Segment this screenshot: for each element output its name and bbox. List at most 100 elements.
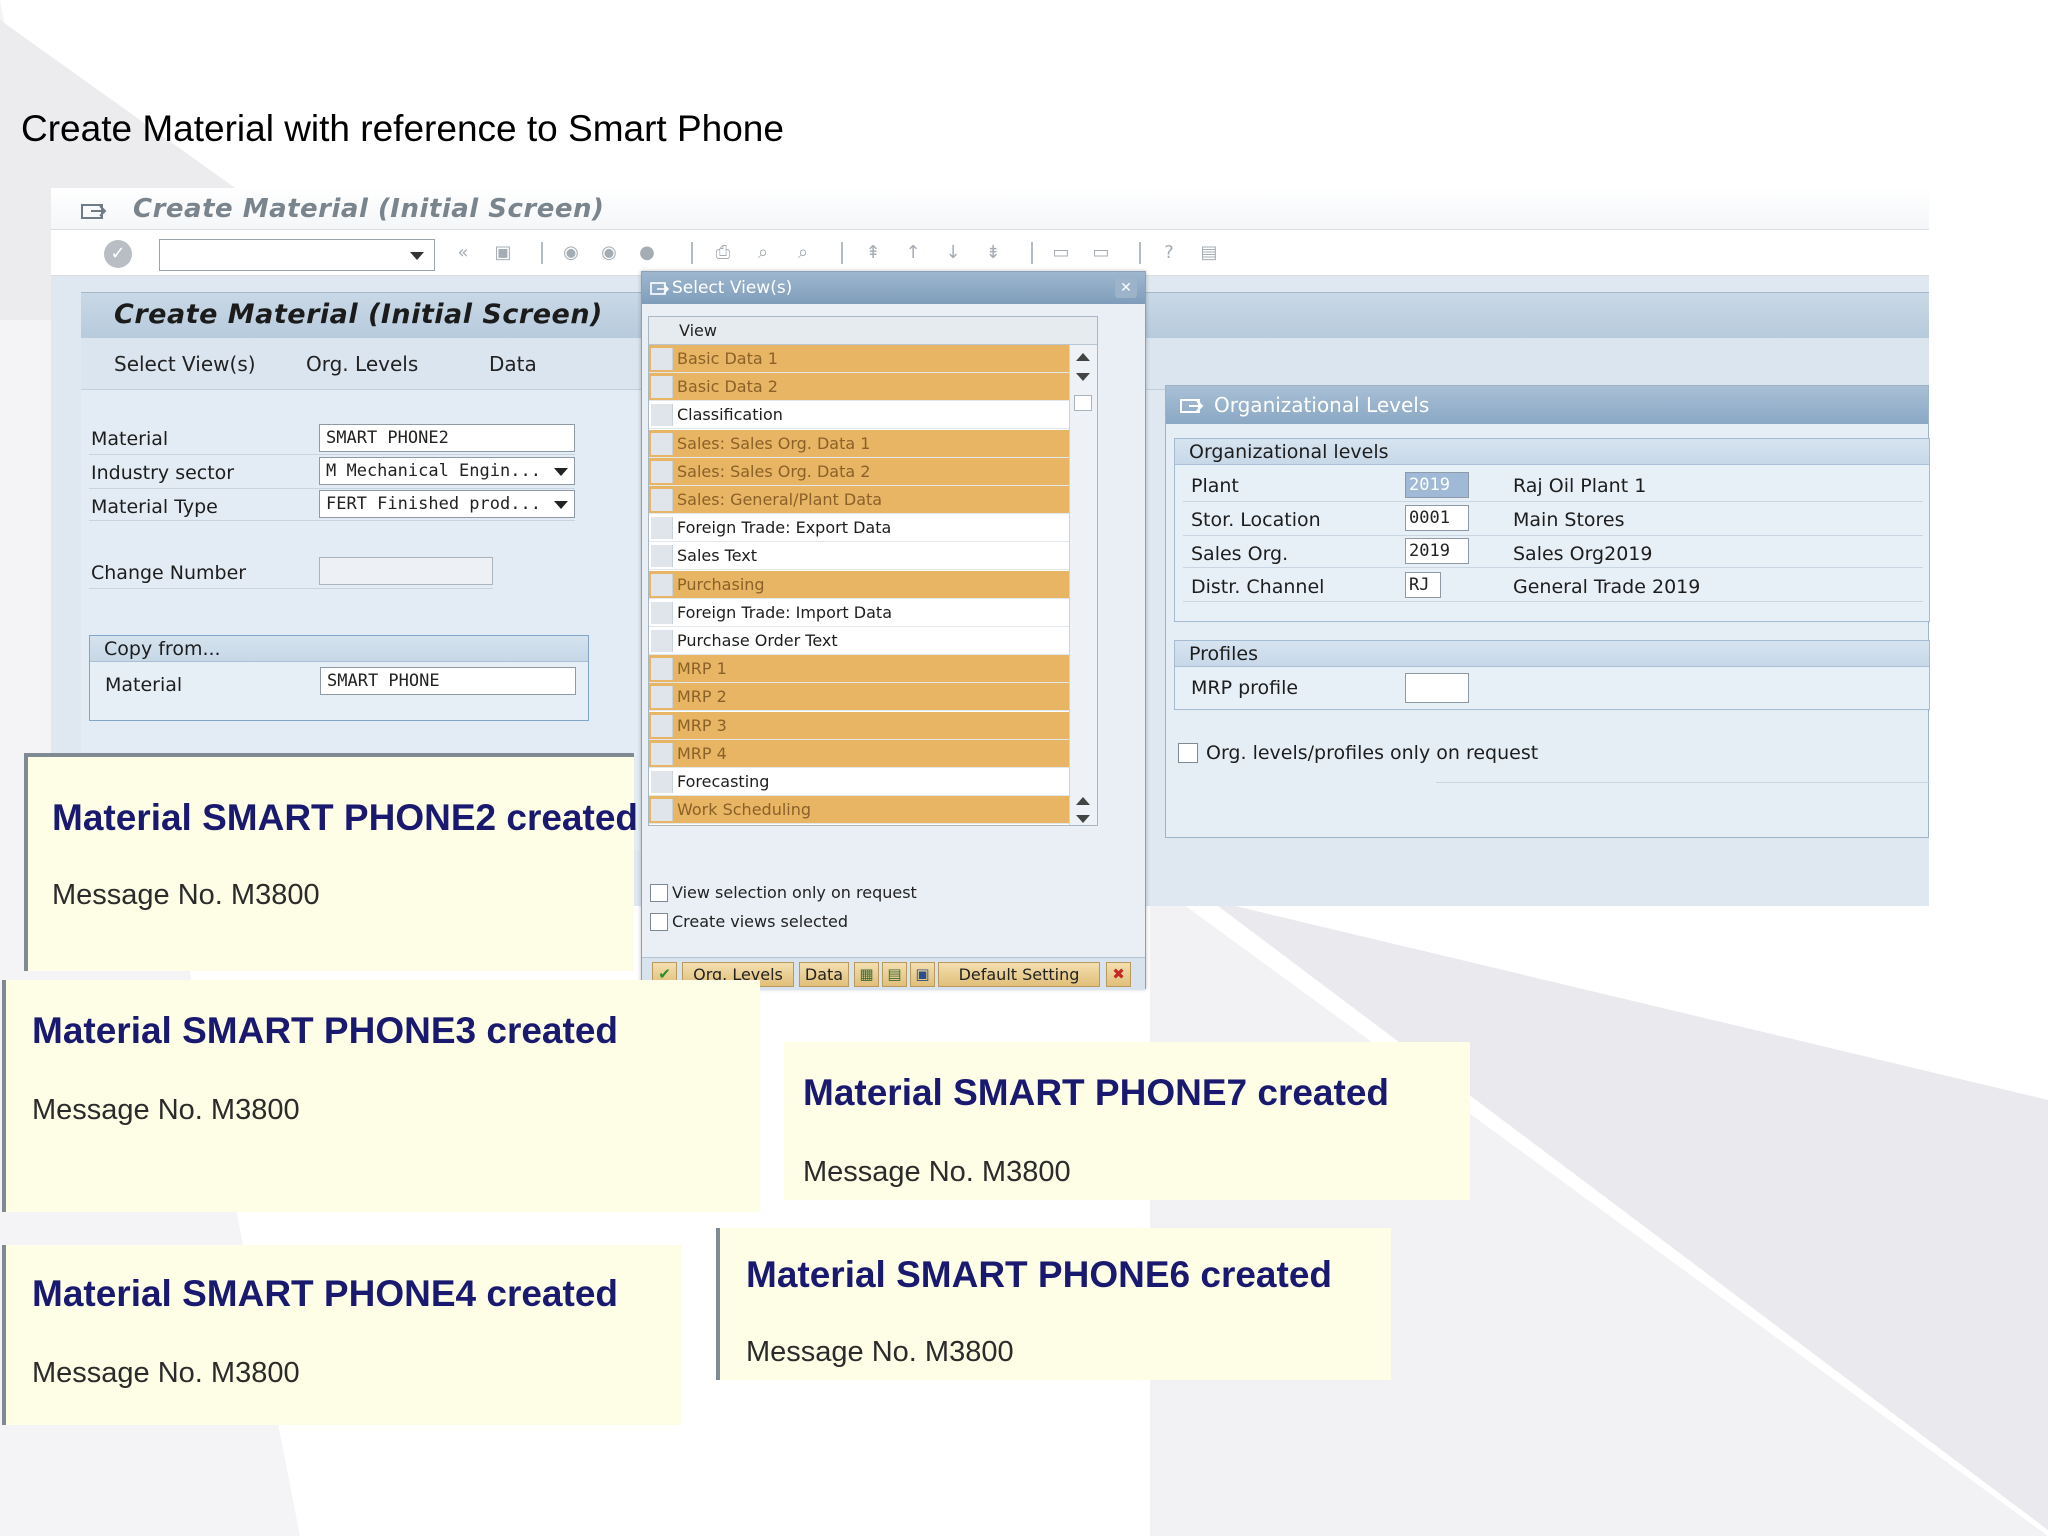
close-icon[interactable]: ✕ (1115, 278, 1137, 298)
row-selector[interactable] (651, 771, 673, 793)
view-label: Sales: Sales Org. Data 1 (677, 433, 871, 453)
save-icon[interactable]: ▣ (910, 962, 935, 987)
row-selector[interactable] (651, 686, 673, 709)
change-number-field[interactable] (319, 557, 493, 585)
find-icon[interactable]: ⌕ (751, 242, 775, 264)
view-label: Foreign Trade: Import Data (677, 602, 892, 622)
row-selector[interactable] (651, 404, 673, 427)
row-selector[interactable] (651, 517, 673, 540)
view-row[interactable]: Work Scheduling (649, 796, 1069, 825)
next-page-icon[interactable]: ↓ (941, 242, 965, 264)
data-button[interactable]: Data (799, 962, 849, 987)
row-selector[interactable] (651, 432, 673, 455)
plant-field[interactable]: 2019 (1405, 472, 1469, 498)
views-table: View Basic Data 1 Basic Data 2 Classificat… (648, 316, 1098, 826)
deselect-all-icon[interactable]: ▤ (882, 962, 907, 987)
scroll-thumb[interactable] (1074, 395, 1092, 411)
sales-org-field[interactable]: 2019 (1405, 538, 1469, 564)
material-field[interactable]: SMART PHONE2 (319, 424, 575, 452)
scroll-down-icon[interactable] (1076, 815, 1090, 823)
create-views-checkbox[interactable] (650, 913, 668, 931)
system-toolbar: ✓ « ▣ ◉ ◉ ● ⎙ ⌕ ⌕ ⇞ ↑ ↓ ⇟ ▭ ▭ ? ▤ (51, 230, 1929, 276)
menu-icon[interactable] (81, 200, 107, 220)
view-label: Basic Data 2 (677, 377, 778, 397)
view-row[interactable]: Sales: Sales Org. Data 1 (649, 429, 1069, 458)
message-number: Message No. M3800 (803, 1156, 1071, 1188)
last-page-icon[interactable]: ⇟ (981, 242, 1005, 264)
mrp-profile-field[interactable] (1405, 673, 1469, 703)
row-selector[interactable] (651, 714, 673, 737)
row-selector[interactable] (651, 630, 673, 652)
back-icon[interactable]: ◉ (559, 242, 583, 264)
material-type-select[interactable]: FERT Finished prod... (319, 490, 575, 518)
view-row[interactable]: MRP 1 (649, 655, 1069, 684)
previous-page-icon[interactable]: ↑ (901, 242, 925, 264)
distr-channel-description: General Trade 2019 (1513, 576, 1701, 598)
chevron-down-icon[interactable] (410, 252, 424, 260)
view-row[interactable]: Basic Data 1 (649, 345, 1069, 373)
distr-channel-label: Distr. Channel (1191, 576, 1325, 598)
view-row[interactable]: Sales Text (649, 542, 1069, 571)
scroll-up-icon[interactable] (1076, 353, 1090, 361)
row-selector[interactable] (651, 376, 673, 399)
row-selector[interactable] (651, 658, 673, 681)
copy-material-field[interactable]: SMART PHONE (320, 667, 576, 695)
view-row[interactable]: MRP 2 (649, 683, 1069, 712)
data-button[interactable]: Data (489, 338, 537, 390)
layout-icon[interactable]: ▤ (1197, 242, 1221, 264)
chevron-down-icon[interactable] (554, 468, 568, 476)
exit-icon[interactable]: ◉ (597, 242, 621, 264)
window-title: Create Material (Initial Screen) (133, 194, 605, 224)
plant-label: Plant (1191, 475, 1239, 497)
find-next-icon[interactable]: ⌕ (791, 242, 815, 264)
print-icon[interactable]: ⎙ (711, 242, 735, 264)
row-selector[interactable] (651, 601, 673, 624)
view-row[interactable]: Sales: General/Plant Data (649, 486, 1069, 514)
default-setting-button[interactable]: Default Setting (938, 962, 1100, 987)
storage-location-field[interactable]: 0001 (1405, 505, 1469, 531)
view-row[interactable]: Purchase Order Text (649, 627, 1069, 655)
cancel-icon[interactable]: ● (635, 242, 659, 264)
row-selector[interactable] (651, 799, 673, 822)
save-icon[interactable]: ▣ (491, 242, 515, 264)
row-selector[interactable] (651, 545, 673, 568)
first-page-icon[interactable]: ⇞ (861, 242, 885, 264)
back-chevron-icon[interactable]: « (451, 242, 475, 264)
view-row[interactable]: Foreign Trade: Export Data (649, 514, 1069, 543)
industry-sector-select[interactable]: M Mechanical Engin... (319, 457, 575, 485)
org-levels-button[interactable]: Org. Levels (306, 338, 418, 390)
views-scrollbar[interactable] (1069, 345, 1097, 825)
view-row[interactable]: MRP 3 (649, 711, 1069, 740)
row-selector[interactable] (651, 573, 673, 596)
profiles-group: Profiles MRP profile (1174, 640, 1930, 710)
view-row[interactable]: MRP 4 (649, 739, 1069, 768)
message-box: Material SMART PHONE7 created Message No… (784, 1042, 1470, 1200)
view-selection-checkbox[interactable] (650, 884, 668, 902)
chevron-down-icon[interactable] (554, 501, 568, 509)
view-row[interactable]: Sales: Sales Org. Data 2 (649, 457, 1069, 486)
only-on-request-checkbox[interactable] (1178, 743, 1198, 763)
view-row[interactable]: Classification (649, 401, 1069, 430)
message-title: Material SMART PHONE6 created (746, 1254, 1333, 1295)
select-all-icon[interactable]: ▦ (854, 962, 879, 987)
row-selector[interactable] (651, 460, 673, 483)
new-session-icon[interactable]: ▭ (1049, 242, 1073, 264)
view-row[interactable]: Purchasing (649, 570, 1069, 599)
view-row[interactable]: Forecasting (649, 768, 1069, 796)
view-row[interactable]: Basic Data 2 (649, 373, 1069, 402)
enter-icon[interactable]: ✓ (104, 240, 132, 268)
distr-channel-field[interactable]: RJ (1405, 572, 1441, 598)
shortcut-icon[interactable]: ▭ (1089, 242, 1113, 264)
row-selector[interactable] (651, 742, 673, 765)
scroll-up-icon[interactable] (1076, 797, 1090, 805)
scroll-down-icon[interactable] (1076, 373, 1090, 381)
message-title: Material SMART PHONE7 created (803, 1072, 1390, 1113)
view-row[interactable]: Foreign Trade: Import Data (649, 599, 1069, 627)
row-selector[interactable] (651, 489, 673, 511)
cancel-icon[interactable]: ✖ (1106, 962, 1131, 987)
row-selector[interactable] (651, 348, 673, 370)
help-icon[interactable]: ? (1157, 242, 1181, 264)
command-field[interactable] (159, 239, 435, 271)
select-views-button[interactable]: Select View(s) (114, 338, 256, 390)
window-titlebar: Create Material (Initial Screen) (51, 188, 1929, 230)
